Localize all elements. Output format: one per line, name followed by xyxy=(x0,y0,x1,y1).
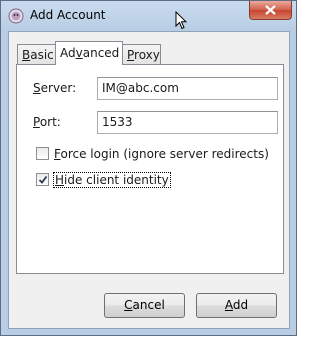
hide-identity-label[interactable]: Hide client identity xyxy=(53,172,171,188)
close-button[interactable] xyxy=(249,1,292,20)
port-label-access-key: P xyxy=(33,115,40,129)
server-label-access-key: S xyxy=(33,81,41,95)
add-access-key: A xyxy=(224,298,233,312)
force-login-text: orce login (ignore server redirects) xyxy=(60,147,269,161)
server-label-text: erver: xyxy=(40,81,77,95)
add-label: dd xyxy=(232,298,249,312)
window-title: Add Account xyxy=(30,8,106,22)
hide-identity-text: ide client identity xyxy=(64,173,169,187)
add-account-dialog: Add Account Basic Advanced Proxy Server:… xyxy=(0,0,297,336)
port-field[interactable]: 1533 xyxy=(97,111,278,134)
force-login-checkbox[interactable] xyxy=(36,147,49,160)
hide-identity-access-key: H xyxy=(55,173,65,187)
close-icon xyxy=(265,5,276,15)
tab-proxy-label: roxy xyxy=(134,48,160,62)
tab-advanced-label-start: Ad xyxy=(60,46,76,60)
mouse-cursor-icon xyxy=(175,10,188,33)
cancel-button[interactable]: Cancel xyxy=(104,293,185,318)
advanced-tab-panel: Server: IM@abc.com Port: 1533 Force logi… xyxy=(16,64,284,274)
cancel-access-key: C xyxy=(124,298,133,312)
add-button[interactable]: Add xyxy=(196,293,277,318)
tab-advanced-label: anced xyxy=(82,46,120,60)
tab-basic-access-key: B xyxy=(22,48,31,62)
port-label-text: ort: xyxy=(39,115,61,129)
focus-indicator: Hide client identity xyxy=(53,172,171,188)
tab-proxy-access-key: P xyxy=(127,48,135,62)
force-login-label[interactable]: Force login (ignore server redirects) xyxy=(54,146,269,162)
tab-basic-label: asic xyxy=(30,48,54,62)
title-bar[interactable]: Add Account xyxy=(1,1,298,31)
tab-proxy[interactable]: Proxy xyxy=(122,44,161,64)
tab-basic[interactable]: Basic xyxy=(17,44,56,64)
checkmark-icon xyxy=(38,175,48,184)
tab-advanced-access-key: v xyxy=(75,46,83,60)
dialog-client-area: Basic Advanced Proxy Server: IM@abc.com … xyxy=(8,31,290,329)
port-label: Port: xyxy=(33,115,61,129)
server-label: Server: xyxy=(33,81,76,95)
tab-advanced[interactable]: Advanced xyxy=(55,41,123,65)
cancel-label: ancel xyxy=(132,298,165,312)
hide-identity-checkbox[interactable] xyxy=(36,173,49,186)
application-icon xyxy=(8,8,24,24)
server-field[interactable]: IM@abc.com xyxy=(97,77,278,100)
